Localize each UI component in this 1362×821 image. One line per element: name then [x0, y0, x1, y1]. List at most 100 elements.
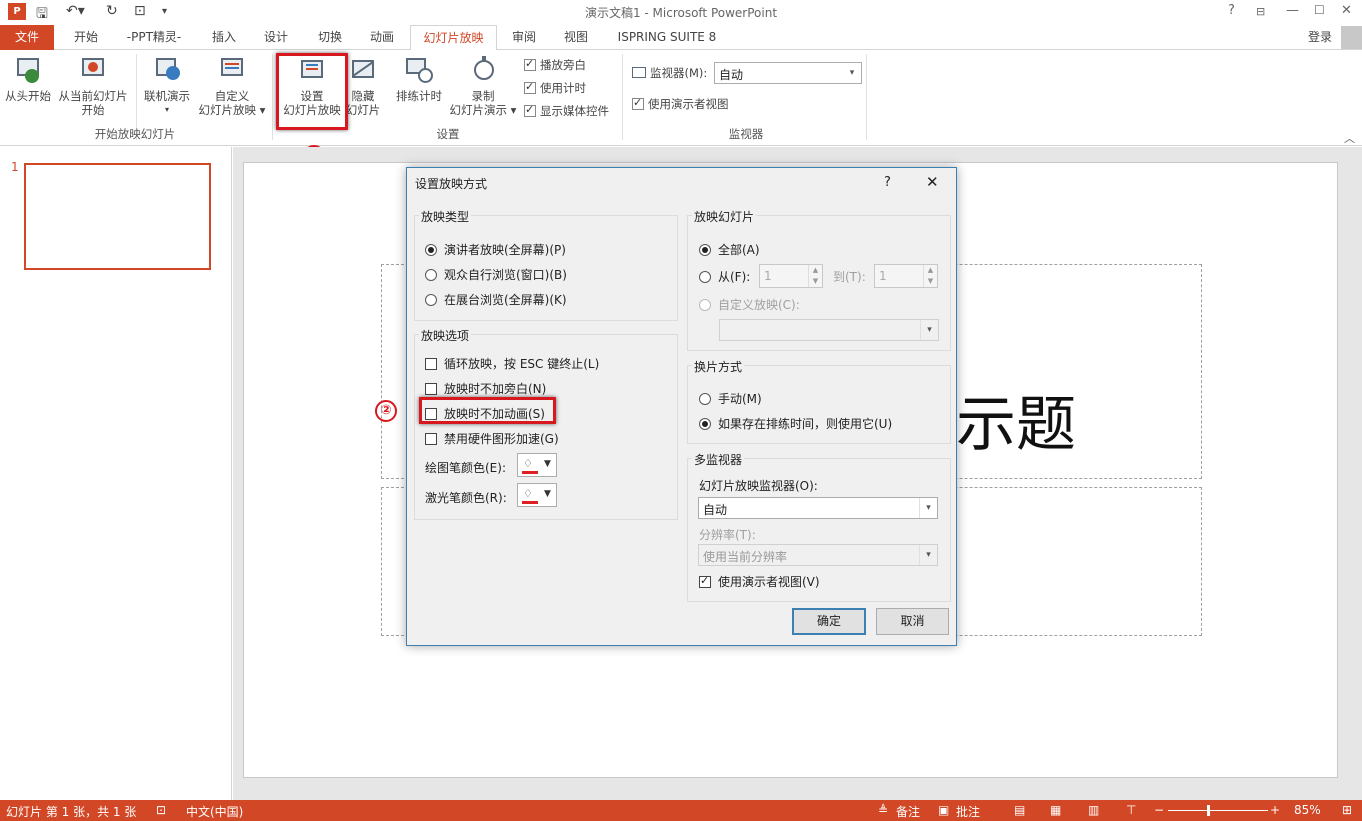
radio-icon [699, 299, 711, 311]
chevron-down-icon: ▼ [544, 459, 551, 469]
tab-view[interactable]: 视图 [552, 25, 600, 50]
notes-button[interactable]: 备注 [896, 803, 920, 820]
tab-animations[interactable]: 动画 [357, 25, 407, 50]
comments-button[interactable]: 批注 [956, 803, 980, 820]
disable-hw-accel-checkbox[interactable]: 禁用硬件图形加速(G) [425, 430, 559, 447]
normal-view-icon[interactable]: ▤ [1014, 803, 1025, 817]
ribbon-display-options-icon[interactable]: ⊟ [1256, 5, 1265, 18]
play-narration-checkbox[interactable]: 播放旁白 [524, 57, 586, 73]
show-slides-label: 放映幻灯片 [692, 208, 757, 225]
radio-icon [699, 271, 711, 283]
no-narration-checkbox[interactable]: 放映时不加旁白(N) [425, 380, 546, 397]
dialog-close-button[interactable]: ✕ [926, 173, 939, 191]
tab-review[interactable]: 审阅 [500, 25, 548, 50]
radio-icon [425, 269, 437, 281]
zoom-slider-track[interactable] [1168, 810, 1268, 811]
all-slides-radio[interactable]: 全部(A) [699, 241, 760, 258]
loop-checkbox[interactable]: 循环放映，按 ESC 键终止(L) [425, 355, 599, 372]
dialog-help-button[interactable]: ? [884, 175, 891, 190]
slide-thumbnail[interactable] [24, 163, 211, 270]
zoom-out-icon[interactable]: − [1154, 803, 1164, 817]
spinner-arrows-icon: ▲ ▼ [923, 265, 937, 287]
slide-sorter-icon[interactable]: ▦ [1050, 803, 1061, 817]
presenter-view-checkbox[interactable]: 使用演示者视图(V) [699, 573, 820, 590]
language-indicator[interactable]: 中文(中国) [186, 803, 243, 820]
tab-design[interactable]: 设计 [251, 25, 301, 50]
use-timings-checkbox[interactable]: 使用计时 [524, 80, 586, 96]
record-slideshow-button[interactable]: 录制 幻灯片演示 ▾ [446, 56, 520, 117]
from-slide-spinner[interactable]: 1 ▲ ▼ [759, 264, 823, 288]
maximize-icon[interactable]: ☐ [1314, 3, 1325, 17]
tab-file[interactable]: 文件 [0, 25, 54, 50]
chevron-down-icon: ▾ [919, 498, 937, 518]
zoom-slider-thumb[interactable] [1207, 805, 1210, 816]
title-bar: P 🖫 ↶▾ ↻ ⊡ ▾ 演示文稿1 - Microsoft PowerPoin… [0, 0, 1362, 25]
checkbox-icon [632, 96, 644, 110]
tab-transitions[interactable]: 切换 [305, 25, 355, 50]
pen-color-picker[interactable]: ♢ ▼ [517, 453, 557, 477]
use-timings-radio[interactable]: 如果存在排练时间，则使用它(U) [699, 415, 892, 432]
radio-icon [699, 244, 711, 256]
tab-home[interactable]: 开始 [60, 25, 112, 50]
zoom-level[interactable]: 85% [1294, 803, 1321, 817]
reading-view-icon[interactable]: ▥ [1088, 803, 1099, 817]
separator [866, 54, 867, 140]
close-window-icon[interactable]: ✕ [1341, 3, 1352, 18]
kiosk-fullscreen-radio[interactable]: 在展台浏览(全屏幕)(K) [425, 291, 567, 308]
resolution-label: 分辨率(T): [699, 528, 756, 542]
ribbon-tabs: 文件 开始 -PPT精灵- 插入 设计 切换 动画 幻灯片放映 审阅 视图 IS… [0, 25, 1362, 51]
minimize-icon[interactable]: — [1286, 3, 1299, 18]
presenter-fullscreen-radio[interactable]: 演讲者放映(全屏幕)(P) [425, 241, 566, 258]
chevron-down-icon: ▾ [849, 68, 855, 78]
tab-ispring[interactable]: ISPRING SUITE 8 [608, 25, 726, 50]
from-current-button[interactable]: 从当前幻灯片 开始 [56, 56, 130, 117]
show-options-label: 放映选项 [419, 327, 472, 344]
slideshow-monitor-select[interactable]: 自动 ▾ [698, 497, 938, 519]
tab-insert[interactable]: 插入 [198, 25, 250, 50]
play-from-start-icon [13, 56, 43, 86]
notes-icon[interactable]: ≜ [878, 803, 888, 817]
show-type-label: 放映类型 [419, 208, 472, 225]
spellcheck-icon[interactable]: ⊡ [156, 803, 166, 817]
checkbox-icon [699, 574, 711, 588]
fit-to-window-icon[interactable]: ⊞ [1342, 803, 1352, 817]
paint-bucket-icon: ♢ [523, 487, 533, 500]
login-link[interactable]: 登录 [1300, 25, 1340, 50]
show-media-controls-checkbox[interactable]: 显示媒体控件 [524, 103, 609, 119]
rehearse-timings-button[interactable]: 排练计时 [392, 56, 446, 103]
resolution-select[interactable]: 使用当前分辨率 ▾ [698, 544, 938, 566]
custom-slideshow-button[interactable]: 自定义 幻灯片放映 ▾ [196, 56, 268, 117]
record-stopwatch-icon [468, 56, 498, 86]
collapse-ribbon-icon[interactable]: ︿ [1344, 130, 1355, 146]
tab-slideshow[interactable]: 幻灯片放映 [410, 25, 497, 51]
checkbox-icon [524, 57, 536, 71]
help-button[interactable]: ? [1228, 3, 1235, 18]
custom-show-select[interactable]: ▾ [719, 319, 939, 341]
ribbon-presenter-view-checkbox[interactable]: 使用演示者视图 [632, 96, 729, 112]
hide-slide-button[interactable]: 隐藏 幻灯片 [344, 56, 382, 117]
slideshow-monitor-label: 幻灯片放映监视器(O): [699, 479, 818, 493]
avatar[interactable] [1341, 26, 1362, 49]
tab-ppt-elf[interactable]: -PPT精灵- [118, 25, 190, 50]
zoom-in-icon[interactable]: + [1270, 803, 1280, 817]
slideshow-view-icon[interactable]: ⊤ [1126, 803, 1136, 817]
stopwatch-slide-icon [404, 56, 434, 86]
audience-window-radio[interactable]: 观众自行浏览(窗口)(B) [425, 266, 567, 283]
chevron-down-icon: ▾ [919, 545, 937, 565]
to-slide-spinner[interactable]: 1 ▲ ▼ [874, 264, 938, 288]
status-bar: 幻灯片 第 1 张，共 1 张 ⊡ 中文(中国) ≜ 备注 ▣ 批注 ▤ ▦ ▥… [0, 800, 1362, 821]
comments-icon[interactable]: ▣ [938, 803, 949, 817]
ok-button[interactable]: 确定 [792, 608, 866, 635]
custom-show-radio[interactable]: 自定义放映(C): [699, 296, 800, 313]
monitor-select[interactable]: 自动 ▾ [714, 62, 862, 84]
from-slides-radio[interactable]: 从(F): [699, 268, 750, 285]
online-present-button[interactable]: 联机演示 ▾ [140, 56, 194, 117]
advance-label: 换片方式 [692, 358, 745, 375]
laser-color-picker[interactable]: ♢ ▼ [517, 483, 557, 507]
globe-present-icon [152, 56, 182, 86]
monitor-icon [632, 67, 646, 78]
chevron-down-icon: ▾ [920, 320, 938, 340]
from-beginning-button[interactable]: 从头开始 [2, 56, 54, 103]
cancel-button[interactable]: 取消 [876, 608, 949, 635]
manual-advance-radio[interactable]: 手动(M) [699, 390, 762, 407]
